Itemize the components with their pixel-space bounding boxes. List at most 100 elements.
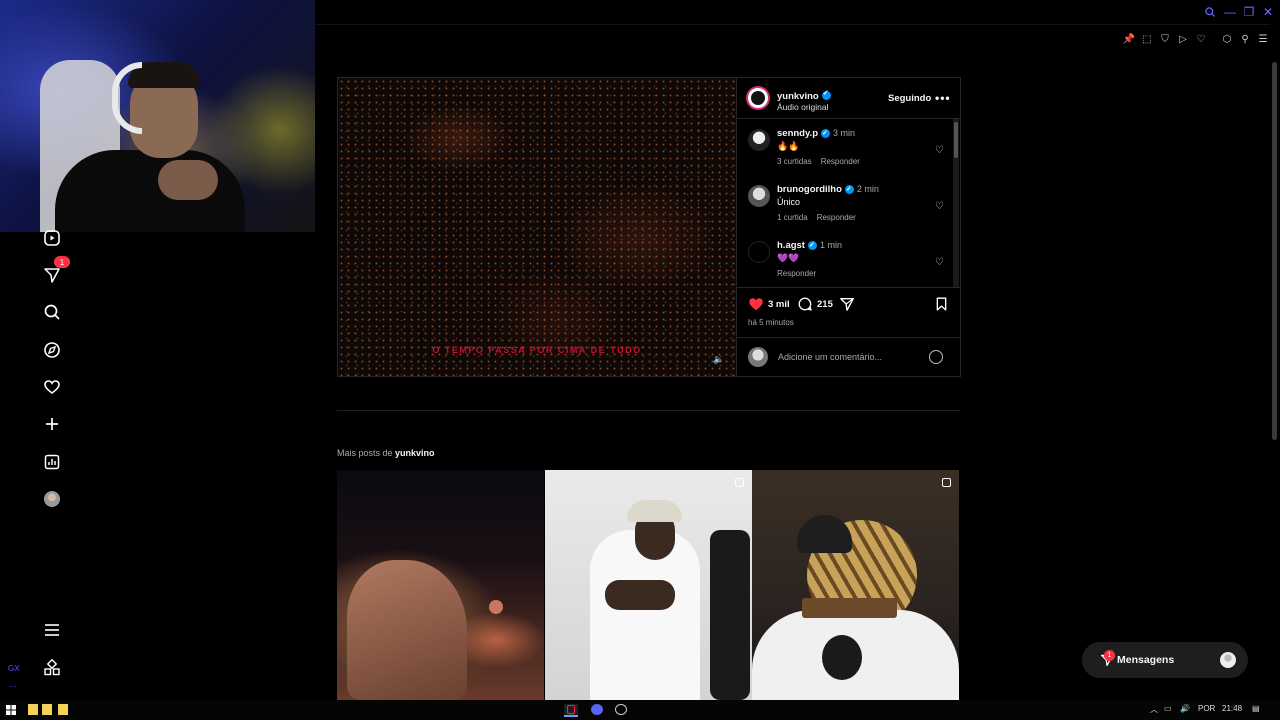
post-thumbnail[interactable] — [545, 470, 752, 700]
opera-gx-label[interactable]: GX — [8, 664, 20, 673]
comment-avatar[interactable] — [748, 129, 770, 151]
heart-icon[interactable]: ♡ — [1194, 32, 1208, 46]
clock[interactable]: 21:48 — [1222, 704, 1242, 713]
pin-icon[interactable]: 📌 — [1122, 32, 1136, 46]
comments-count: 215 — [817, 298, 833, 310]
bookmark-icon[interactable] — [934, 296, 949, 312]
comment-text: 🔥🔥 — [777, 141, 800, 151]
volume-icon[interactable]: 🔊 — [1180, 704, 1190, 713]
carousel-icon — [942, 478, 951, 487]
volume-icon[interactable]: 🔈 — [713, 354, 725, 366]
account-icon[interactable]: ⚲ — [1238, 32, 1252, 46]
person-hat — [797, 515, 852, 553]
comment-time: 1 min — [819, 240, 842, 250]
comment-like-icon[interactable]: ♡ — [935, 201, 944, 212]
search-icon[interactable] — [40, 300, 64, 324]
comment-username[interactable]: h.agst — [777, 240, 805, 251]
send-icon[interactable]: 1 — [40, 256, 70, 287]
more-posts-user[interactable]: yunkvino — [395, 448, 435, 458]
heart-icon[interactable] — [40, 375, 64, 399]
comment-likes[interactable]: 1 curtida — [777, 213, 808, 222]
add-comment-input[interactable]: Adicione um comentário... — [778, 352, 882, 362]
messages-button[interactable]: 1 Mensagens — [1082, 642, 1248, 678]
shirt-tag — [802, 598, 897, 618]
comment-item: h.agst 1 min 💜💜 Responder ♡ — [748, 239, 958, 289]
reply-button[interactable]: Responder — [817, 213, 856, 222]
emoji-icon[interactable] — [929, 350, 943, 364]
shirt-logo — [822, 635, 862, 680]
comment-avatar[interactable] — [748, 241, 770, 263]
moon — [489, 600, 503, 614]
reels-icon[interactable] — [40, 226, 64, 250]
comment-text: Único — [777, 197, 801, 207]
messages-label: Mensagens — [1117, 654, 1175, 666]
menu-icon[interactable] — [40, 618, 64, 642]
carousel-icon — [735, 478, 744, 487]
search-icon[interactable] — [1202, 4, 1218, 20]
person-cap — [627, 500, 682, 522]
extensions-icon[interactable]: ⬡ — [1220, 32, 1234, 46]
opera-gx-more[interactable]: ··· — [9, 682, 17, 691]
post-thumbnail[interactable] — [752, 470, 959, 700]
folder-icon[interactable] — [42, 704, 52, 715]
folder-icon[interactable] — [58, 704, 68, 715]
comment-action: 215 — [797, 296, 833, 312]
like-action: 3 mil — [748, 296, 790, 312]
reply-button[interactable]: Responder — [821, 157, 860, 166]
compass-icon[interactable] — [40, 338, 64, 362]
post-video[interactable]: O TEMPO PASSA POR CIMA DE TUDO 🔈 — [338, 78, 736, 376]
comment-likes[interactable]: 3 curtidas — [777, 157, 812, 166]
camera-rig — [710, 530, 750, 700]
shield-icon[interactable]: ⛉ — [1158, 32, 1172, 46]
plus-icon[interactable] — [40, 412, 64, 436]
snapshot-icon[interactable]: ⬚ — [1140, 32, 1154, 46]
profile-avatar[interactable] — [40, 487, 64, 511]
threads-icon[interactable] — [40, 656, 64, 680]
discord-icon[interactable] — [591, 704, 603, 715]
verified-icon — [821, 127, 830, 140]
obs-icon[interactable] — [615, 704, 627, 715]
comment-time: 2 min — [856, 184, 879, 194]
restore-icon[interactable]: ❐ — [1241, 4, 1257, 20]
opera-gx-taskbar-icon[interactable] — [564, 704, 578, 717]
more-options-icon[interactable]: ••• — [935, 91, 951, 105]
windows-start-icon[interactable] — [6, 704, 16, 715]
likes-count[interactable]: 3 mil — [768, 299, 790, 310]
comment-like-icon[interactable]: ♡ — [935, 145, 944, 156]
tray-chevron-icon[interactable]: ︿ — [1150, 704, 1158, 715]
avatar — [1220, 652, 1236, 668]
messages-badge: 1 — [54, 256, 70, 268]
play-icon[interactable]: ▷ — [1176, 32, 1190, 46]
author-info: yunkvino Áudio original — [777, 88, 831, 112]
close-icon[interactable]: ✕ — [1260, 4, 1276, 20]
reply-button[interactable]: Responder — [777, 269, 816, 278]
network-icon[interactable]: ▭ — [1164, 704, 1172, 713]
author-avatar[interactable] — [746, 86, 770, 110]
chart-icon[interactable] — [40, 450, 64, 474]
easy-setup-icon[interactable]: ☰ — [1256, 32, 1270, 46]
comment-username[interactable]: brunogordilho — [777, 184, 842, 195]
post-thumbnail[interactable] — [337, 470, 544, 700]
comment-username[interactable]: senndy.p — [777, 128, 818, 139]
top-divider — [315, 24, 1270, 25]
author-username[interactable]: yunkvino — [777, 91, 819, 102]
page-scrollbar-thumb[interactable] — [1272, 62, 1277, 440]
comment-icon[interactable] — [797, 296, 813, 312]
comments-scrollbar-thumb[interactable] — [954, 122, 958, 158]
post-time[interactable]: há 5 minutos — [748, 318, 794, 327]
notifications-icon[interactable]: ▤ — [1252, 704, 1260, 713]
share-icon[interactable] — [839, 296, 855, 312]
verified-icon — [844, 183, 854, 196]
comment-like-icon[interactable]: ♡ — [935, 257, 944, 268]
avatar — [44, 491, 60, 507]
following-button[interactable]: Seguindo — [888, 93, 931, 104]
minimize-icon[interactable]: — — [1222, 4, 1238, 20]
folder-icon[interactable] — [28, 704, 38, 715]
actions-divider — [737, 287, 960, 288]
liked-heart-icon[interactable] — [748, 296, 764, 312]
language-indicator[interactable]: POR — [1198, 704, 1215, 713]
comment-avatar[interactable] — [748, 185, 770, 207]
video-overlay-text: O TEMPO PASSA POR CIMA DE TUDO — [432, 345, 642, 355]
person-arms — [605, 580, 675, 610]
audio-label[interactable]: Áudio original — [777, 102, 831, 112]
